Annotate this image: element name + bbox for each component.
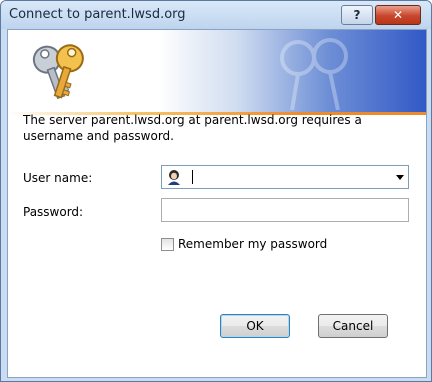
close-button[interactable]: ✕ — [375, 5, 421, 25]
password-field[interactable] — [161, 198, 409, 222]
help-button[interactable]: ? — [341, 5, 373, 25]
remember-password-checkbox[interactable] — [161, 237, 174, 251]
banner — [8, 30, 426, 112]
cancel-button[interactable]: Cancel — [318, 314, 388, 338]
username-label: User name: — [23, 171, 93, 185]
dialog-title: Connect to parent.lwsd.org — [9, 7, 186, 22]
remember-password-option[interactable]: Remember my password — [161, 237, 327, 251]
keys-icon — [32, 44, 84, 100]
remember-password-label[interactable]: Remember my password — [178, 237, 327, 251]
connect-dialog: Connect to parent.lwsd.org ? ✕ The serve… — [0, 0, 432, 382]
keys-watermark-icon — [280, 38, 348, 110]
chevron-down-icon[interactable] — [396, 175, 404, 180]
ok-button[interactable]: OK — [220, 314, 290, 338]
username-combobox[interactable] — [161, 165, 409, 189]
password-label: Password: — [23, 205, 84, 219]
user-account-icon — [168, 170, 180, 185]
server-message: The server parent.lwsd.org at parent.lws… — [23, 113, 362, 143]
title-bar: Connect to parent.lwsd.org ? ✕ — [1, 1, 431, 29]
text-caret — [192, 170, 193, 184]
